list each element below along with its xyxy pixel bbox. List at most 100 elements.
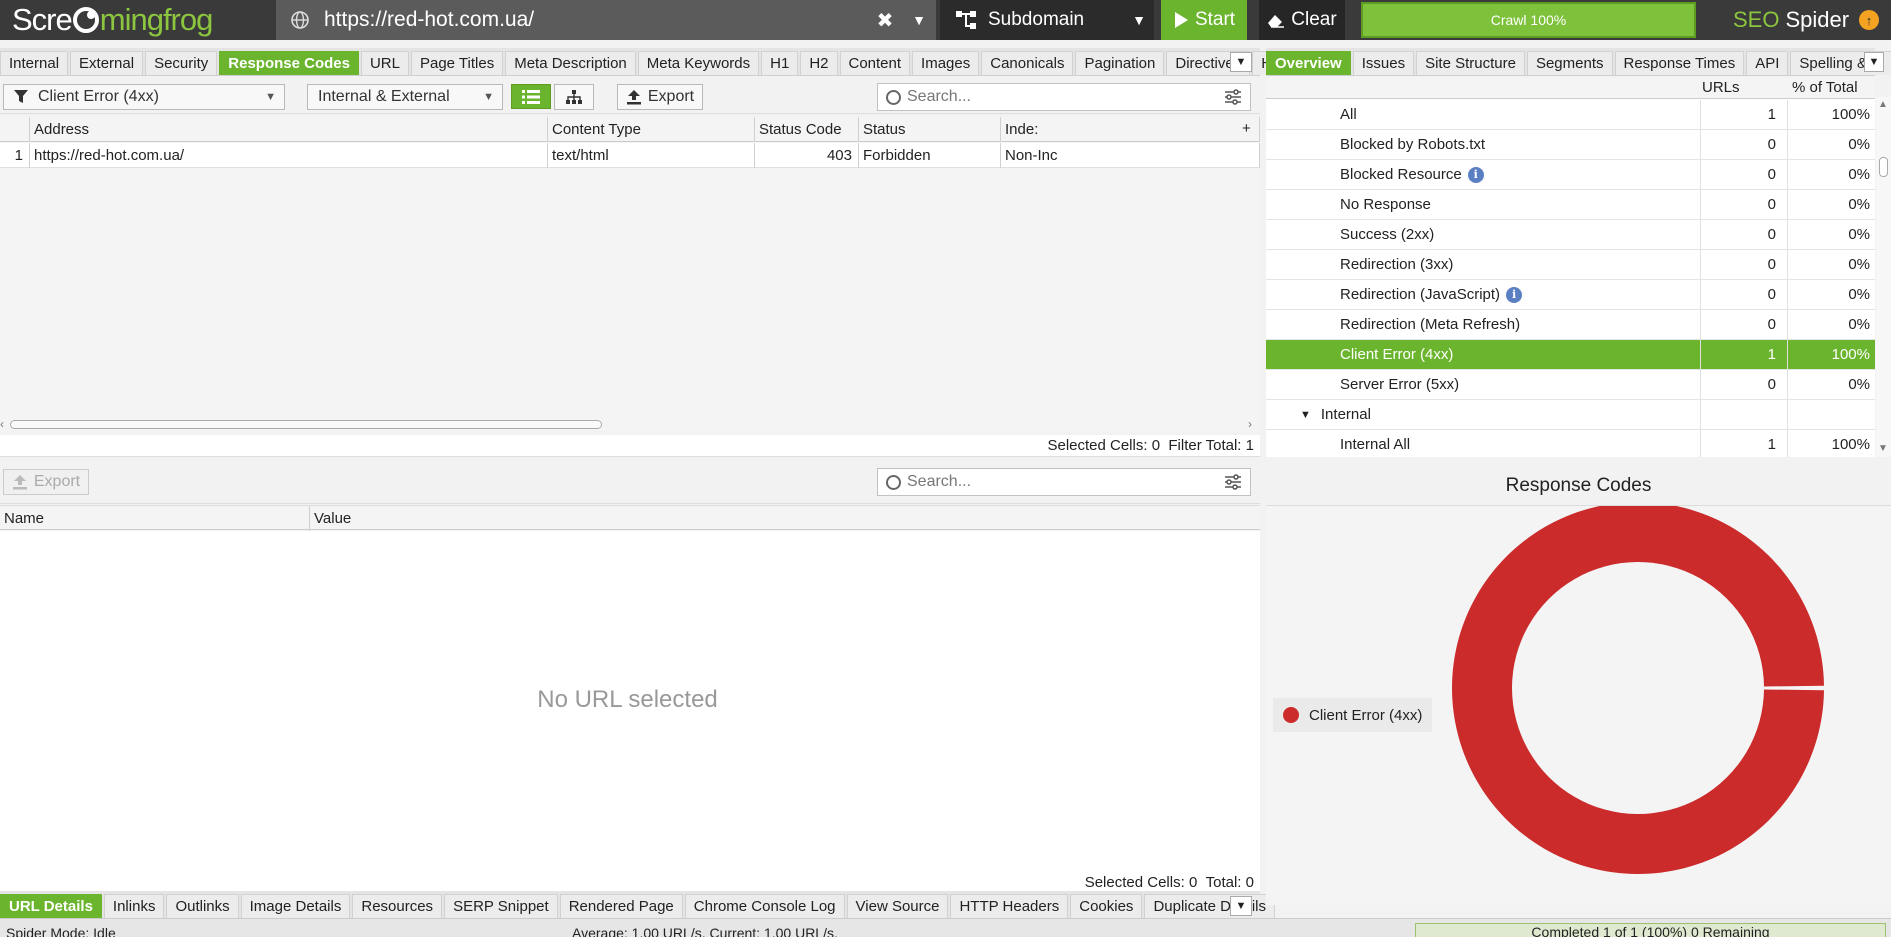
column-header-pct-total[interactable]: % of Total [1792,79,1858,96]
right-tab-api[interactable]: API [1746,51,1789,75]
column-header-index[interactable] [0,117,30,142]
right-tab-response-times[interactable]: Response Times [1614,51,1745,75]
overview-row[interactable]: All 1 100% [1266,100,1875,130]
tree-view-button[interactable] [554,84,594,110]
details-export-button[interactable]: Export [3,469,89,495]
scope-select[interactable]: Internal & External ▼ [307,84,503,110]
table-cell[interactable]: Forbidden [859,143,1001,168]
url-history-chevron-icon[interactable]: ▼ [902,12,936,28]
bottom-tab-resources[interactable]: Resources [352,894,443,918]
right-tab-overview[interactable]: Overview [1266,51,1351,75]
crawl-mode-select[interactable]: Subdomain ▼ [940,0,1154,40]
table-cell[interactable]: https://red-hot.com.ua/ [30,143,548,168]
column-header-status[interactable]: Status [859,117,1001,142]
right-tabs-overflow-chevron-icon[interactable]: ▼ [1864,52,1884,72]
column-header-content-type[interactable]: Content Type [548,117,755,142]
main-tabs-overflow-chevron-icon[interactable]: ▼ [1230,52,1252,72]
table-cell[interactable]: 403 [755,143,859,168]
chart-legend[interactable]: Client Error (4xx) [1273,698,1433,732]
overview-row[interactable]: No Response 0 0% [1266,190,1875,220]
scrollbar-thumb[interactable] [1879,157,1888,177]
export-button[interactable]: Export [617,84,703,110]
scroll-up-icon[interactable]: ▲ [1878,99,1888,110]
bottom-tab-rendered-page[interactable]: Rendered Page [559,894,683,918]
bottom-tab-http-headers[interactable]: HTTP Headers [950,894,1069,918]
main-search-input[interactable]: Search... [877,83,1251,111]
clear-button[interactable]: Clear [1259,0,1345,40]
overview-row[interactable]: Internal All 1 100% [1266,430,1875,457]
bottom-tab-view-source[interactable]: View Source [846,894,949,918]
main-tab-page-titles[interactable]: Page Titles [410,51,504,75]
legend-swatch [1283,707,1299,723]
scrollbar-thumb[interactable] [10,420,602,429]
overview-row[interactable]: Client Error (4xx) 1 100% [1266,340,1875,370]
filter-select[interactable]: Client Error (4xx) ▼ [3,84,285,110]
main-tab-h1[interactable]: H1 [761,51,799,75]
main-tab-security[interactable]: Security [145,51,218,75]
bottom-tab-serp-snippet[interactable]: SERP Snippet [444,894,558,918]
url-input[interactable]: https://red-hot.com.ua/ [324,8,868,32]
url-bar[interactable]: https://red-hot.com.ua/ ✖ ▼ [276,0,936,40]
start-button[interactable]: Start [1161,0,1247,40]
overview-row[interactable]: ▼ Internal [1266,400,1875,430]
column-header-name[interactable]: Name [0,506,310,531]
bottom-tab-inlinks[interactable]: Inlinks [103,894,165,918]
info-icon[interactable]: i [1506,286,1523,303]
overview-row[interactable]: Blocked Resource i 0 0% [1266,160,1875,190]
main-tab-response-codes[interactable]: Response Codes [219,51,359,75]
table-row[interactable]: 1 https://red-hot.com.ua/text/html 403 Forb… [0,143,1260,168]
add-column-plus-icon[interactable]: + [1242,120,1251,137]
bottom-tabs-overflow-chevron-icon[interactable]: ▼ [1230,896,1252,916]
overview-row[interactable]: Redirection (3xx) 0 0% [1266,250,1875,280]
main-tab-pagination[interactable]: Pagination [1075,51,1165,75]
scroll-left-icon[interactable]: ‹ [0,417,4,431]
main-tab-images[interactable]: Images [912,51,980,75]
grid-horizontal-scrollbar[interactable]: ‹ › [0,417,1260,431]
bottom-tab-url-details[interactable]: URL Details [0,894,102,918]
bottom-tab-chrome-console-log[interactable]: Chrome Console Log [684,894,845,918]
info-icon[interactable]: i [1467,166,1484,183]
main-tab-internal[interactable]: Internal [0,51,69,75]
list-view-button[interactable] [511,84,551,109]
overview-row[interactable]: Redirection (JavaScript) i 0 0% [1266,280,1875,310]
main-tab-external[interactable]: External [70,51,144,75]
column-header-address[interactable]: Address [30,117,548,142]
right-tab-issues[interactable]: Issues [1352,51,1415,75]
bottom-tab-image-details[interactable]: Image Details [240,894,351,918]
table-cell[interactable]: 1 [0,143,30,168]
table-cell[interactable]: text/html [548,143,755,168]
upload-icon [12,475,27,490]
overview-row[interactable]: Success (2xx) 0 0% [1266,220,1875,250]
overview-row[interactable]: Server Error (5xx) 0 0% [1266,370,1875,400]
scroll-down-icon[interactable]: ▼ [1878,443,1888,454]
details-search-input[interactable]: Search... [877,468,1251,496]
bottom-tab-duplicate-details[interactable]: Duplicate Details [1144,894,1275,918]
table-cell[interactable]: Non-Inc [1001,143,1260,168]
column-header-urls[interactable]: URLs [1702,79,1740,96]
update-arrow-icon[interactable]: ↑ [1859,10,1879,30]
scroll-right-icon[interactable]: › [1248,417,1252,431]
main-tab-canonicals[interactable]: Canonicals [981,51,1074,75]
overview-pct-value: 0% [1848,226,1870,243]
bottom-tab-cookies[interactable]: Cookies [1070,894,1143,918]
bottom-tab-outlinks[interactable]: Outlinks [166,894,239,918]
overview-pct-value: 0% [1848,256,1870,273]
overview-row[interactable]: Redirection (Meta Refresh) 0 0% [1266,310,1875,340]
column-header-inde[interactable]: Inde: [1001,117,1260,142]
overview-row[interactable]: Blocked by Robots.txt 0 0% [1266,130,1875,160]
main-tab-meta-description[interactable]: Meta Description [505,51,636,75]
right-tab-site-structure[interactable]: Site Structure [1416,51,1525,75]
clear-url-icon[interactable]: ✖ [868,8,902,33]
main-tab-h2[interactable]: H2 [800,51,838,75]
main-tab-meta-keywords[interactable]: Meta Keywords [637,51,760,75]
main-tab-url[interactable]: URL [360,51,409,75]
search-options-sliders-icon[interactable] [1224,89,1242,105]
search-options-sliders-icon[interactable] [1224,474,1242,490]
main-tab-content[interactable]: Content [839,51,911,75]
pie-slice[interactable] [1452,502,1824,874]
right-tab-segments[interactable]: Segments [1526,51,1613,75]
column-header-status-code[interactable]: Status Code [755,117,859,142]
column-header-value[interactable]: Value [310,506,1260,531]
overview-vertical-scrollbar[interactable]: ▲ ▼ [1876,97,1891,457]
expand-triangle-icon[interactable]: ▼ [1300,409,1311,421]
